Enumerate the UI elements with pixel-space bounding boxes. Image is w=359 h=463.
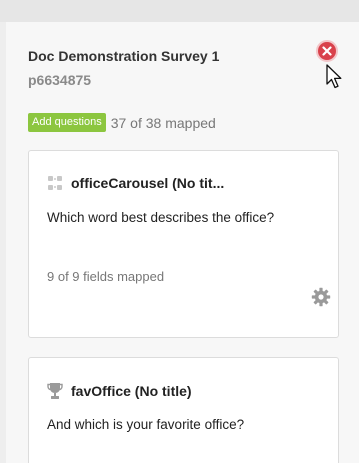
survey-title: Doc Demonstration Survey 1	[28, 48, 220, 64]
add-questions-button[interactable]: Add questions	[28, 113, 106, 132]
grid-icon	[48, 176, 62, 190]
survey-status-row: Add questions 37 of 38 mapped	[28, 113, 216, 132]
top-bar	[0, 0, 359, 22]
survey-id: p6634875	[28, 72, 92, 88]
gear-icon[interactable]	[311, 287, 331, 307]
remove-survey-button[interactable]	[316, 40, 338, 62]
question-name: officeCarousel (No tit...	[71, 175, 225, 191]
question-header: officeCarousel (No tit...	[47, 175, 224, 191]
mapped-count: 37 of 38 mapped	[110, 114, 216, 131]
question-card[interactable]: officeCarousel (No tit... Which word bes…	[28, 150, 339, 338]
question-header: favOffice (No title)	[47, 382, 192, 400]
question-text: And which is your favorite office?	[47, 417, 245, 432]
question-name: favOffice (No title)	[71, 383, 192, 399]
mouse-cursor-icon	[326, 64, 342, 89]
trophy-icon	[47, 383, 63, 399]
question-card[interactable]: favOffice (No title) And which is your f…	[28, 357, 339, 463]
fields-mapped: 9 of 9 fields mapped	[47, 269, 165, 284]
close-icon	[322, 46, 332, 56]
question-text: Which word best describes the office?	[47, 210, 275, 225]
